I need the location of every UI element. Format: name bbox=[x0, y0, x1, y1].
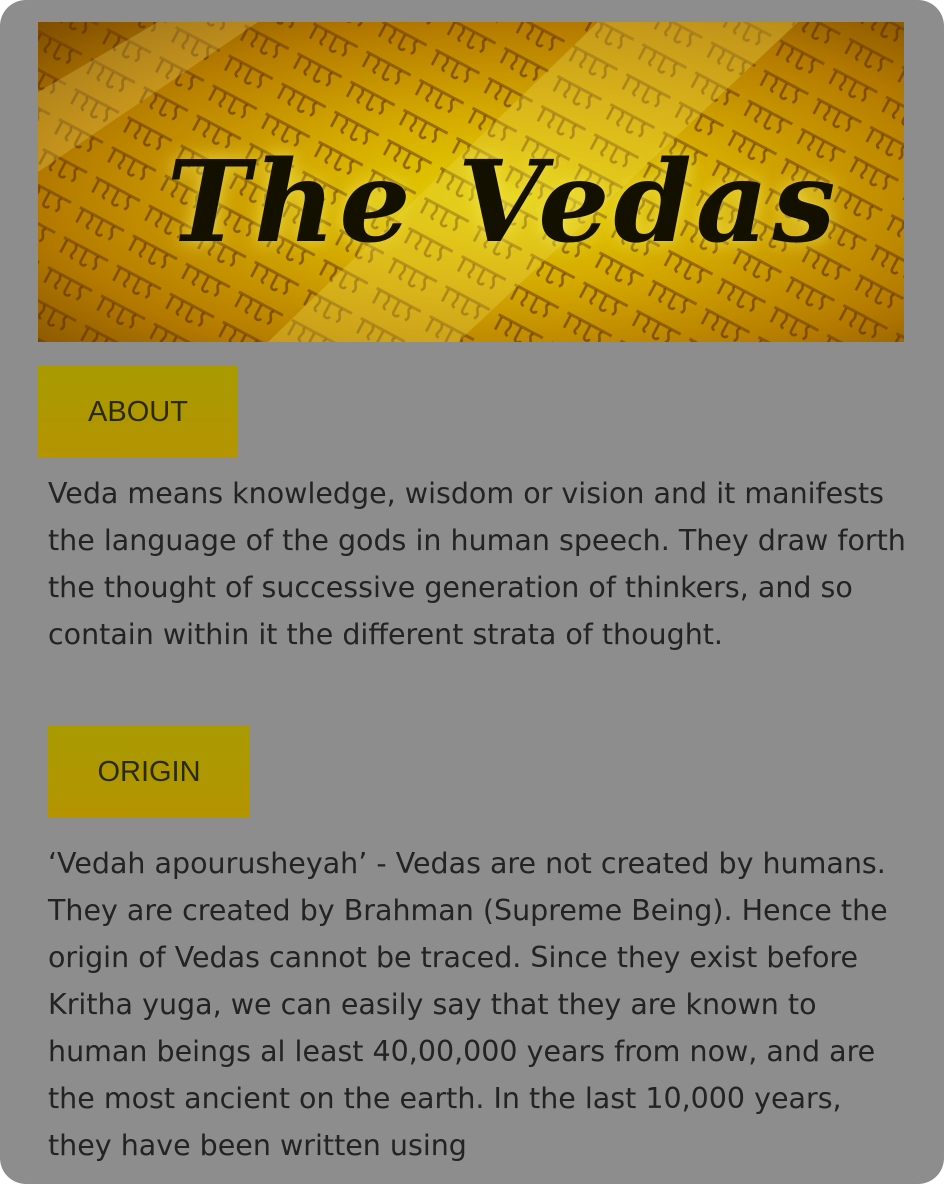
origin-text: ‘Vedah apourusheyah’ - Vedas are not cre… bbox=[48, 847, 888, 1162]
origin-button[interactable]: ORIGIN bbox=[48, 726, 250, 818]
banner-title: The Vedas bbox=[166, 136, 840, 268]
app-screen: The Vedas ABOUT Veda means knowledge, wi… bbox=[0, 0, 944, 1184]
vedas-banner-image: The Vedas bbox=[38, 22, 904, 342]
about-button-label: ABOUT bbox=[88, 395, 188, 428]
about-button[interactable]: ABOUT bbox=[38, 366, 238, 458]
about-text: Veda means knowledge, wisdom or vision a… bbox=[48, 477, 906, 651]
origin-button-label: ORIGIN bbox=[97, 755, 201, 788]
